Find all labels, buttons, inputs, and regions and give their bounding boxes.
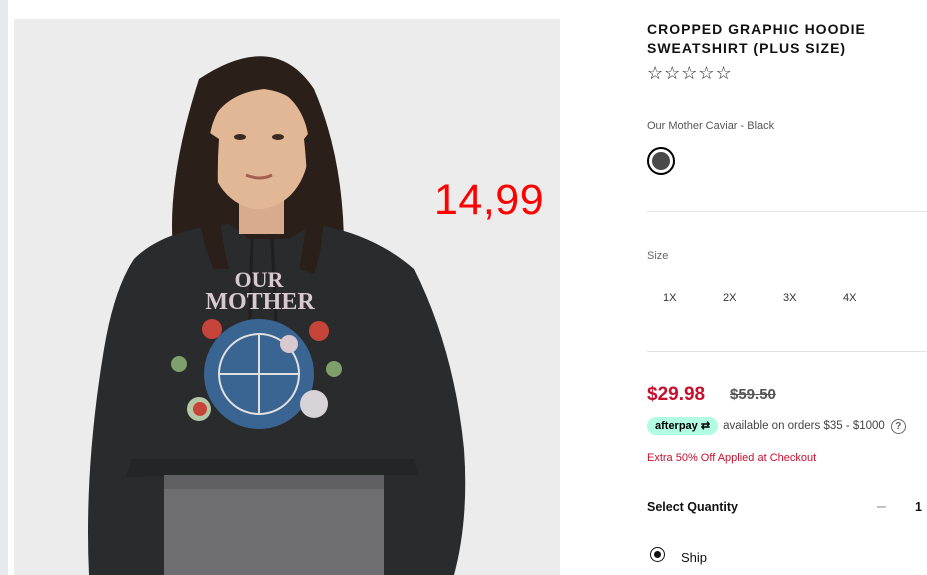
sale-price: $29.98 <box>647 384 706 405</box>
help-icon[interactable]: ? <box>890 418 906 434</box>
original-price: $59.50 <box>730 386 776 403</box>
quantity-decrease-button[interactable]: – <box>877 498 886 516</box>
divider <box>647 351 927 352</box>
afterpay-text: available on orders $35 - $1000 <box>723 420 885 432</box>
afterpay-row: afterpay ⇄ available on orders $35 - $10… <box>647 417 906 435</box>
overlay-price-tag: 14,99 <box>434 176 545 224</box>
promo-text: Extra 50% Off Applied at Checkout <box>647 452 817 464</box>
product-photo: OUR MOTHER <box>14 19 560 575</box>
product-image[interactable]: OUR MOTHER <box>14 19 560 575</box>
radio-selected-dot <box>654 551 661 558</box>
product-title: CROPPED GRAPHIC HOODIE SWEATSHIRT (PLUS … <box>647 21 866 56</box>
size-option-1x[interactable]: 1X <box>647 292 707 304</box>
color-swatch[interactable] <box>647 147 675 175</box>
size-options: 1X 2X 3X 4X <box>647 292 887 304</box>
rating-stars[interactable]: ☆☆☆☆☆ <box>647 63 733 84</box>
afterpay-arrows-icon: ⇄ <box>700 420 711 432</box>
divider <box>647 211 927 212</box>
window-edge <box>0 0 8 575</box>
size-option-4x[interactable]: 4X <box>827 292 887 304</box>
swatch-fill <box>652 152 670 170</box>
quantity-value[interactable]: 1 <box>915 500 922 514</box>
afterpay-badge-text: afterpay <box>655 420 698 432</box>
ship-radio[interactable] <box>650 547 665 562</box>
size-option-3x[interactable]: 3X <box>767 292 827 304</box>
color-name: Our Mother Caviar - Black <box>647 120 775 132</box>
svg-text:MOTHER: MOTHER <box>205 289 315 315</box>
ship-label: Ship <box>681 550 708 565</box>
quantity-label: Select Quantity <box>647 500 738 514</box>
afterpay-logo: afterpay ⇄ <box>647 417 719 435</box>
size-option-2x[interactable]: 2X <box>707 292 767 304</box>
size-label: Size <box>647 250 669 262</box>
